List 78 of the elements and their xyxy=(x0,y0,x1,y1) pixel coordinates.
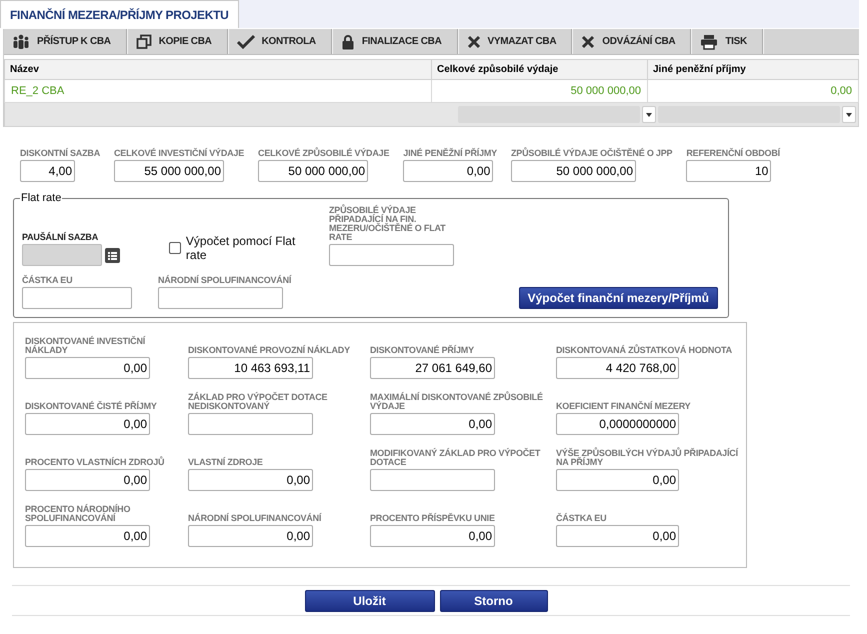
toolbar-button[interactable]: ODVÁZÁNÍ CBA xyxy=(573,29,692,54)
field-label: ČÁSTKA EU xyxy=(556,514,608,523)
input-field[interactable]: 0,00 xyxy=(556,469,679,491)
input-field[interactable]: 0,00 xyxy=(188,525,313,547)
field-label: REFERENČNÍ OBDOBÍ xyxy=(686,149,780,158)
input-field[interactable]: 4 420 768,00 xyxy=(556,357,679,379)
toolbar-button[interactable]: KONTROLA xyxy=(228,29,333,54)
toolbar-button[interactable]: FINALIZACE CBA xyxy=(332,29,459,54)
field-label: DISKONTOVANÉ PROVOZNÍ NÁKLADY xyxy=(188,346,351,355)
checkmark-icon xyxy=(236,34,255,50)
field-label: DISKONTOVANÉ PŘÍJMY xyxy=(370,346,475,355)
input-field[interactable]: 0,0000000000 xyxy=(556,413,679,435)
copy-icon xyxy=(136,34,152,50)
field-label: NÁRODNÍ SPOLUFINANCOVÁNÍ xyxy=(158,276,292,285)
checkbox-box[interactable] xyxy=(169,242,181,254)
input-field[interactable]: 0,00 xyxy=(370,413,495,435)
field-label: CELKOVÉ INVESTIČNÍ VÝDAJE xyxy=(114,149,244,158)
input-field[interactable] xyxy=(158,287,283,309)
field-label: CELKOVÉ ZPŮSOBILÉ VÝDAJE xyxy=(258,149,390,158)
toolbar-button[interactable]: TISK xyxy=(692,29,764,54)
caret-icon[interactable] xyxy=(842,106,856,123)
printer-icon xyxy=(700,34,718,50)
field-label: ČÁSTKA EU xyxy=(22,276,74,285)
toolbar-button[interactable]: PŘÍSTUP K CBA xyxy=(4,29,128,54)
input-field[interactable] xyxy=(188,413,313,435)
list-icon[interactable] xyxy=(105,248,120,263)
cross-icon xyxy=(466,34,481,48)
column-header[interactable]: Celkové způsobilé výdaje xyxy=(432,60,648,80)
action-button[interactable]: Storno xyxy=(440,590,548,612)
input-field[interactable]: 0,00 xyxy=(370,525,495,547)
input-field[interactable]: 4,00 xyxy=(20,160,75,182)
tab[interactable]: FINANČNÍ MEZERA/PŘÍJMY PROJEKTU xyxy=(0,0,239,28)
input-field[interactable]: 10 463 693,11 xyxy=(188,357,313,379)
column-header[interactable]: Název xyxy=(4,60,432,80)
input-field[interactable]: 50 000 000,00 xyxy=(511,160,636,182)
field-label: ZPŮSOBILÉ VÝDAJE OČIŠTĚNÉ O JPP xyxy=(511,149,672,158)
input-field[interactable]: 27 061 649,60 xyxy=(370,357,495,379)
input-field[interactable] xyxy=(22,287,132,309)
action-button[interactable]: Uložit xyxy=(304,590,434,612)
checkbox-label[interactable]: Výpočet pomocí Flat rate xyxy=(186,234,318,262)
field-label: VÝŠE ZPŮSOBILÝCH VÝDAJŮ PŘIPADAJÍCÍ NA PŘÍJMY xyxy=(556,449,740,467)
input-field[interactable]: 55 000 000,00 xyxy=(114,160,224,182)
people-icon xyxy=(12,34,30,50)
field-label: PAUŠÁLNÍ SAZBA xyxy=(22,233,100,242)
input-field[interactable]: 0,00 xyxy=(25,413,150,435)
cross-icon xyxy=(581,34,596,48)
field-label: PROCENTO PŘÍSPĚVKU UNIE xyxy=(370,514,496,523)
toolbar-button[interactable]: VYMAZAT CBA xyxy=(458,29,574,54)
input-field[interactable]: 0,00 xyxy=(403,160,494,182)
field-label: DISKONTOVANÉ INVESTIČNÍ NÁKLADY xyxy=(25,337,146,355)
input-field[interactable] xyxy=(329,244,454,266)
calculate-button[interactable]: Výpočet finanční mezery/Příjmů xyxy=(518,287,718,309)
caret-icon[interactable] xyxy=(642,106,656,123)
field-label: KOEFICIENT FINANČNÍ MEZERY xyxy=(556,402,692,411)
field-label: DISKONTNÍ SAZBA xyxy=(20,149,100,158)
input-field[interactable]: 0,00 xyxy=(556,525,679,547)
field-label: MODIFIKOVANÝ ZÁKLAD PRO VÝPOČET DOTACE xyxy=(370,449,542,467)
input-field[interactable]: 0,00 xyxy=(25,357,150,379)
field-label: DISKONTOVANÁ ZŮSTATKOVÁ HODNOTA xyxy=(556,346,733,355)
toolbar-button[interactable]: KOPIE CBA xyxy=(128,29,229,54)
field-label: ZÁKLAD PRO VÝPOČET DOTACE NEDISKONTOVANÝ xyxy=(188,393,328,411)
column-header[interactable]: Jiné peněžní příjmy xyxy=(648,60,858,80)
field-label: MAXIMÁLNÍ DISKONTOVANÉ ZPŮSOBILÉ VÝDAJE xyxy=(370,393,544,411)
input-field[interactable]: 0,00 xyxy=(25,525,150,547)
field-label: DISKONTOVANÉ ČISTÉ PŘÍJMY xyxy=(25,402,158,411)
input-field[interactable]: 0,00 xyxy=(188,469,313,491)
input-field[interactable]: 10 xyxy=(686,160,772,182)
field-label: NÁRODNÍ SPOLUFINANCOVÁNÍ xyxy=(188,514,322,523)
input-field[interactable]: 0,00 xyxy=(25,469,150,491)
lock-icon xyxy=(340,34,355,50)
field-label: PROCENTO VLASTNÍCH ZDROJŮ xyxy=(25,458,166,467)
field-label: JINÉ PENĚŽNÍ PŘÍJMY xyxy=(403,149,497,158)
field-label: VLASTNÍ ZDROJE xyxy=(188,458,264,467)
field-label: PROCENTO NÁRODNÍHO SPOLUFINANCOVÁNÍ xyxy=(25,505,132,523)
fieldset-legend: Flat rate xyxy=(20,192,62,204)
input-field[interactable]: 50 000 000,00 xyxy=(258,160,368,182)
field-label: ZPŮSOBILÉ VÝDAJE PŘIPADAJÍCÍ NA FIN. MEZERU/OČIŠTĚNÉ O FLAT RATE xyxy=(329,206,446,242)
input-field[interactable] xyxy=(370,469,495,491)
